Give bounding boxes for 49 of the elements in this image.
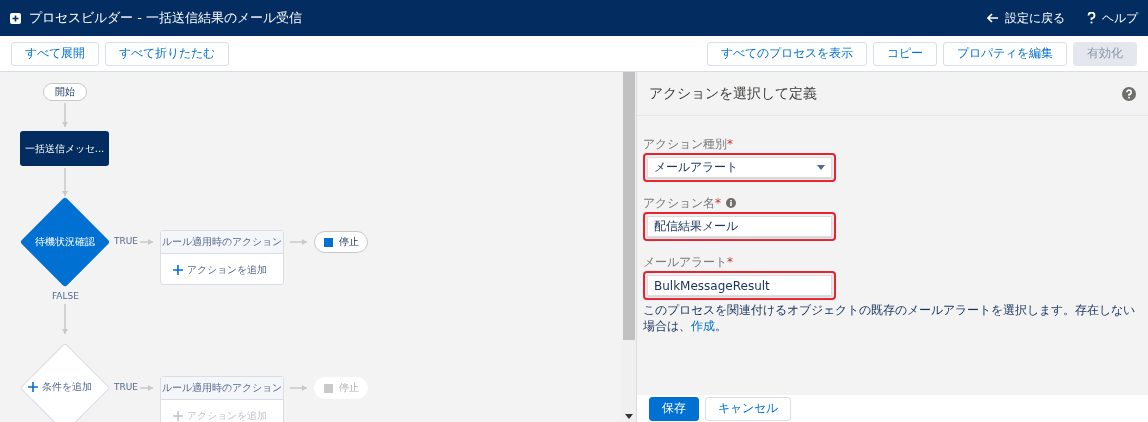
toolbar-button[interactable]: プロパティを編集 xyxy=(943,41,1067,66)
header-link[interactable]: ヘルプ xyxy=(1087,9,1138,27)
true-label: TRUE xyxy=(114,382,139,392)
true-label: TRUE xyxy=(114,236,139,246)
stop-icon xyxy=(323,383,333,393)
select-field[interactable]: メールアラート xyxy=(647,157,832,178)
action-group-header: ルール適用時のアクション xyxy=(161,231,283,254)
add-action-button[interactable]: アクションを追加 xyxy=(161,254,283,277)
toolbar-button[interactable]: すべてのプロセスを表示 xyxy=(707,41,867,66)
stop-icon xyxy=(323,237,333,247)
panel-title: アクションを選択して定義 xyxy=(649,84,818,103)
connector-arrow xyxy=(289,239,308,245)
scroll-down-icon[interactable] xyxy=(625,414,633,419)
create-link[interactable]: 作成 xyxy=(691,319,715,334)
header-link[interactable]: 設定に戻る xyxy=(987,9,1065,27)
input-field[interactable]: BulkMessageResult xyxy=(647,275,832,296)
caret-icon xyxy=(817,165,825,170)
stop-label: 停止 xyxy=(338,235,359,249)
plus-icon xyxy=(173,411,183,421)
toolbar-button[interactable]: すべて展開 xyxy=(11,41,99,66)
help-text: このプロセスを関連付けるオブジェクトの既存のメールアラートを選択します。存在しない場合は、作成。 xyxy=(643,302,1136,335)
plus-icon xyxy=(28,382,38,392)
back-arrow-icon xyxy=(987,13,999,23)
start-node: 開始 xyxy=(43,83,87,101)
connector-arrow xyxy=(62,167,68,197)
app-logo-icon xyxy=(10,12,21,24)
toolbar-button[interactable]: すべて折りたたむ xyxy=(105,41,229,66)
save-button[interactable]: 保存 xyxy=(649,396,699,421)
action-group-header: ルール適用時のアクション xyxy=(161,377,283,400)
false-label: FALSE xyxy=(52,291,79,301)
stop-label: 停止 xyxy=(338,381,359,395)
cancel-button[interactable]: キャンセル xyxy=(705,396,791,421)
scrollbar[interactable] xyxy=(622,72,637,422)
connector-arrow xyxy=(139,385,154,391)
input-field[interactable]: 配信結果メール xyxy=(647,216,832,237)
field-label: アクション名* xyxy=(643,194,721,212)
plus-icon xyxy=(173,265,183,275)
connector-arrow xyxy=(62,102,68,128)
window-title: プロセスビルダー - 一括送信結果のメール受信 xyxy=(29,9,303,27)
field-label: メールアラート* xyxy=(643,253,733,271)
connector-arrow xyxy=(289,385,308,391)
field-label: アクション種別* xyxy=(643,135,733,153)
object-node[interactable]: 一括送信メッセ... xyxy=(20,131,109,166)
help-icon[interactable] xyxy=(1122,86,1136,101)
decision-label: 待機状況確認 xyxy=(34,235,96,249)
connector-arrow xyxy=(139,239,154,245)
connector-arrow xyxy=(62,303,68,335)
help-icon xyxy=(1087,12,1096,24)
toolbar-button[interactable]: コピー xyxy=(873,41,937,66)
